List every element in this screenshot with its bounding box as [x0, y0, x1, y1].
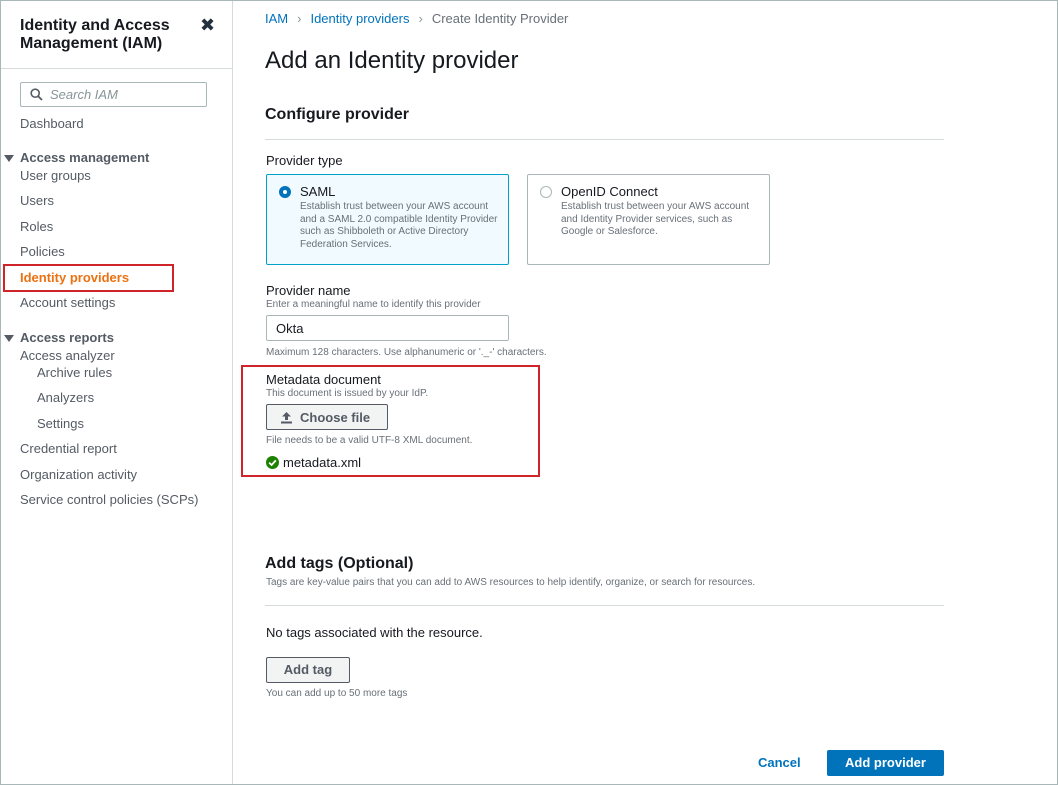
highlight-box-identity-providers: [3, 264, 174, 292]
sidebar-item-user-groups[interactable]: User groups: [20, 168, 91, 183]
check-circle-icon: [266, 456, 279, 469]
page-title: Add an Identity provider: [265, 47, 519, 74]
sidebar-item-organization-activity[interactable]: Organization activity: [20, 467, 137, 482]
breadcrumb-identity-providers[interactable]: Identity providers: [310, 11, 409, 26]
add-tag-hint: You can add up to 50 more tags: [266, 688, 408, 699]
metadata-label: Metadata document: [266, 372, 381, 387]
metadata-desc: This document is issued by your IdP.: [266, 388, 429, 399]
section-access-management[interactable]: Access management: [20, 150, 149, 165]
cancel-button[interactable]: Cancel: [758, 755, 801, 770]
sidebar-item-account-settings[interactable]: Account settings: [20, 295, 115, 310]
provider-name-desc: Enter a meaningful name to identify this…: [266, 299, 481, 310]
sidebar-item-settings[interactable]: Settings: [37, 416, 84, 431]
tile-desc-saml: Establish trust between your AWS account…: [300, 201, 498, 250]
sidebar: Identity and Access Management (IAM) ✖ S…: [1, 1, 233, 784]
add-tag-button[interactable]: Add tag: [266, 657, 350, 683]
chevron-right-icon: ›: [418, 11, 423, 26]
close-icon[interactable]: ✖: [200, 15, 215, 36]
search-placeholder: Search IAM: [50, 87, 118, 102]
radio-saml[interactable]: [279, 186, 291, 198]
radio-openid[interactable]: [540, 186, 552, 198]
no-tags-text: No tags associated with the resource.: [266, 625, 483, 640]
breadcrumb: IAM › Identity providers › Create Identity P…: [265, 11, 568, 26]
chevron-right-icon: ›: [297, 11, 302, 26]
breadcrumb-current: Create Identity Provider: [431, 11, 569, 26]
add-provider-button[interactable]: Add provider: [827, 750, 944, 776]
provider-name-input[interactable]: Okta: [266, 315, 509, 341]
provider-type-label: Provider type: [266, 153, 343, 168]
search-icon: [30, 88, 43, 101]
sidebar-divider: [1, 68, 233, 69]
choose-file-button[interactable]: Choose file: [266, 404, 388, 430]
sidebar-item-scps[interactable]: Service control policies (SCPs): [20, 492, 198, 507]
provider-type-openid[interactable]: OpenID Connect Establish trust between y…: [527, 174, 770, 265]
metadata-hint: File needs to be a valid UTF-8 XML docum…: [266, 435, 473, 446]
tile-title-openid: OpenID Connect: [561, 184, 658, 199]
sidebar-title: Identity and Access Management (IAM): [20, 17, 170, 52]
add-tags-title: Add tags (Optional): [265, 555, 414, 572]
provider-name-hint: Maximum 128 characters. Use alphanumeric…: [266, 347, 547, 358]
search-input[interactable]: Search IAM: [20, 82, 207, 107]
sidebar-item-credential-report[interactable]: Credential report: [20, 441, 117, 456]
sidebar-item-dashboard[interactable]: Dashboard: [20, 116, 84, 131]
caret-down-icon[interactable]: [4, 155, 14, 162]
provider-name-label: Provider name: [266, 283, 351, 298]
sidebar-item-policies[interactable]: Policies: [20, 244, 65, 259]
add-tags-desc: Tags are key-value pairs that you can ad…: [266, 577, 756, 588]
upload-icon: [281, 412, 292, 424]
tags-divider: [265, 605, 944, 606]
tile-desc-openid: Establish trust between your AWS account…: [561, 201, 750, 237]
caret-down-icon[interactable]: [4, 335, 14, 342]
sidebar-item-access-analyzer[interactable]: Access analyzer: [20, 348, 115, 363]
configure-provider-title: Configure provider: [265, 106, 410, 123]
sidebar-item-archive-rules[interactable]: Archive rules: [37, 365, 112, 380]
metadata-file-name: metadata.xml: [283, 455, 362, 470]
provider-type-saml[interactable]: SAML Establish trust between your AWS ac…: [266, 174, 509, 265]
breadcrumb-iam[interactable]: IAM: [265, 11, 288, 26]
sidebar-item-roles[interactable]: Roles: [20, 219, 53, 234]
tile-title-saml: SAML: [300, 184, 336, 199]
section-divider: [265, 139, 944, 140]
sidebar-item-users[interactable]: Users: [20, 193, 54, 208]
section-access-reports[interactable]: Access reports: [20, 330, 114, 345]
choose-file-label: Choose file: [300, 410, 371, 425]
sidebar-item-analyzers[interactable]: Analyzers: [37, 390, 94, 405]
